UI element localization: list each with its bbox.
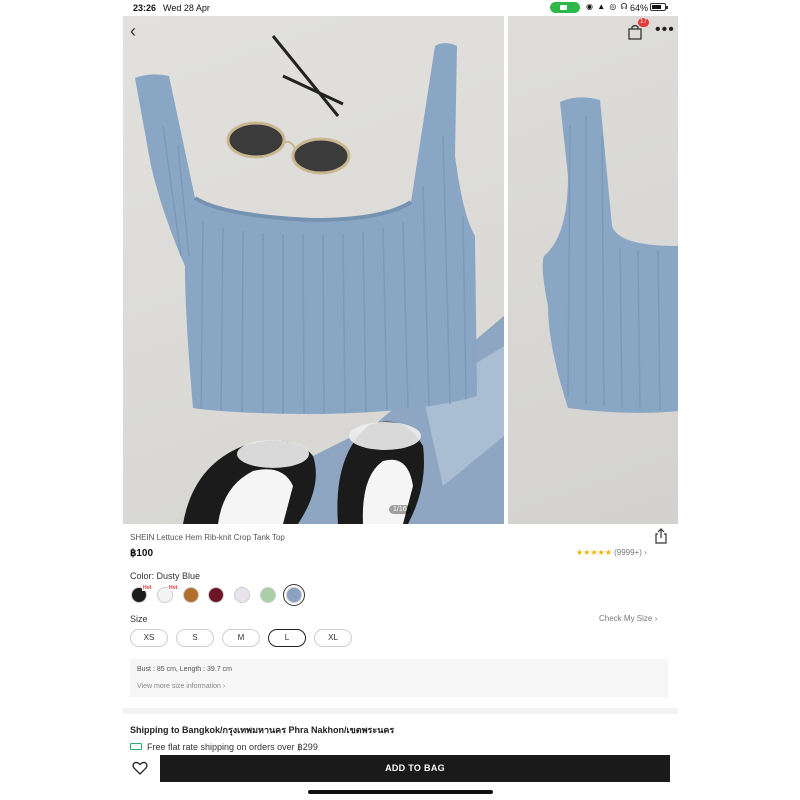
hot-badge: Hot	[168, 585, 179, 591]
product-rating[interactable]: ★★★★★ (9999+) ›	[576, 548, 647, 557]
color-swatch-burgundy[interactable]	[208, 587, 224, 603]
heart-icon[interactable]	[132, 760, 148, 776]
size-option-xl[interactable]: XL	[314, 629, 352, 647]
cart-count-badge: 17	[638, 18, 649, 27]
back-button[interactable]: ‹	[130, 22, 146, 40]
color-swatch-lilac[interactable]	[234, 587, 250, 603]
size-measurements: Bust : 85 cm, Length : 39.7 cm	[137, 666, 232, 673]
product-price: ฿100	[130, 548, 154, 559]
size-option-m[interactable]: M	[222, 629, 260, 647]
product-image-secondary[interactable]	[508, 16, 678, 524]
view-more-size-label: View more size information	[137, 683, 221, 690]
product-title: SHEIN Lettuce Hem Rib-knit Crop Tank Top	[130, 533, 285, 542]
share-icon[interactable]	[654, 528, 668, 544]
size-option-l[interactable]: L	[268, 629, 306, 647]
check-my-size-link[interactable]: Check My Size ›	[599, 614, 657, 623]
size-option-xs[interactable]: XS	[130, 629, 168, 647]
add-to-bag-button[interactable]: ADD TO BAG	[160, 755, 670, 782]
color-swatch-mint[interactable]	[260, 587, 276, 603]
product-photo-main	[135, 35, 504, 524]
size-label: Size	[130, 614, 148, 624]
status-time: 23:26	[133, 3, 157, 13]
shipping-destination[interactable]: Shipping to Bangkok/กรุงเทพมหานคร Phra N…	[130, 723, 394, 737]
shipping-line: Free flat rate shipping on orders over ฿…	[147, 742, 318, 752]
product-image-gallery[interactable]	[123, 16, 678, 524]
home-indicator[interactable]	[308, 790, 493, 794]
rating-stars-icon: ★★★★★	[576, 548, 612, 557]
battery-icon	[650, 3, 668, 11]
check-my-size-label: Check My Size	[599, 614, 653, 623]
product-image-main[interactable]	[123, 16, 504, 524]
hot-badge: Hot	[142, 585, 153, 591]
battery-percent: 64%	[630, 3, 649, 13]
chevron-right-icon: ›	[644, 548, 647, 557]
shipping-icon	[130, 743, 142, 750]
chevron-right-icon: ›	[222, 683, 226, 690]
section-divider	[123, 708, 678, 714]
product-page: 23:26 Wed 28 Apr ◉ ▲ ◎ ☊ 64% 1/16 ‹ 17 •…	[0, 0, 800, 800]
status-bar: 23:26 Wed 28 Apr ◉ ▲ ◎ ☊ 64%	[0, 0, 800, 16]
size-info-panel: Bust : 85 cm, Length : 39.7 cm View more…	[130, 659, 668, 697]
status-icons: ◉ ▲ ◎ ☊	[586, 2, 629, 11]
status-date: Wed 28 Apr	[163, 3, 210, 13]
more-options-icon[interactable]: •••	[655, 22, 675, 38]
product-photo-side	[542, 97, 678, 413]
color-swatch-brown[interactable]	[183, 587, 199, 603]
rating-count: (9999+)	[614, 548, 642, 557]
screen-recording-icon	[550, 2, 580, 13]
size-option-s[interactable]: S	[176, 629, 214, 647]
color-label: Color: Dusty Blue	[130, 571, 201, 581]
chevron-right-icon: ›	[654, 614, 658, 623]
view-more-size-link[interactable]: View more size information ›	[137, 683, 225, 690]
image-counter: 1/16	[389, 505, 411, 514]
color-swatch-dusty-blue[interactable]	[286, 587, 302, 603]
shipping-info: Free flat rate shipping on orders over ฿…	[130, 742, 318, 753]
